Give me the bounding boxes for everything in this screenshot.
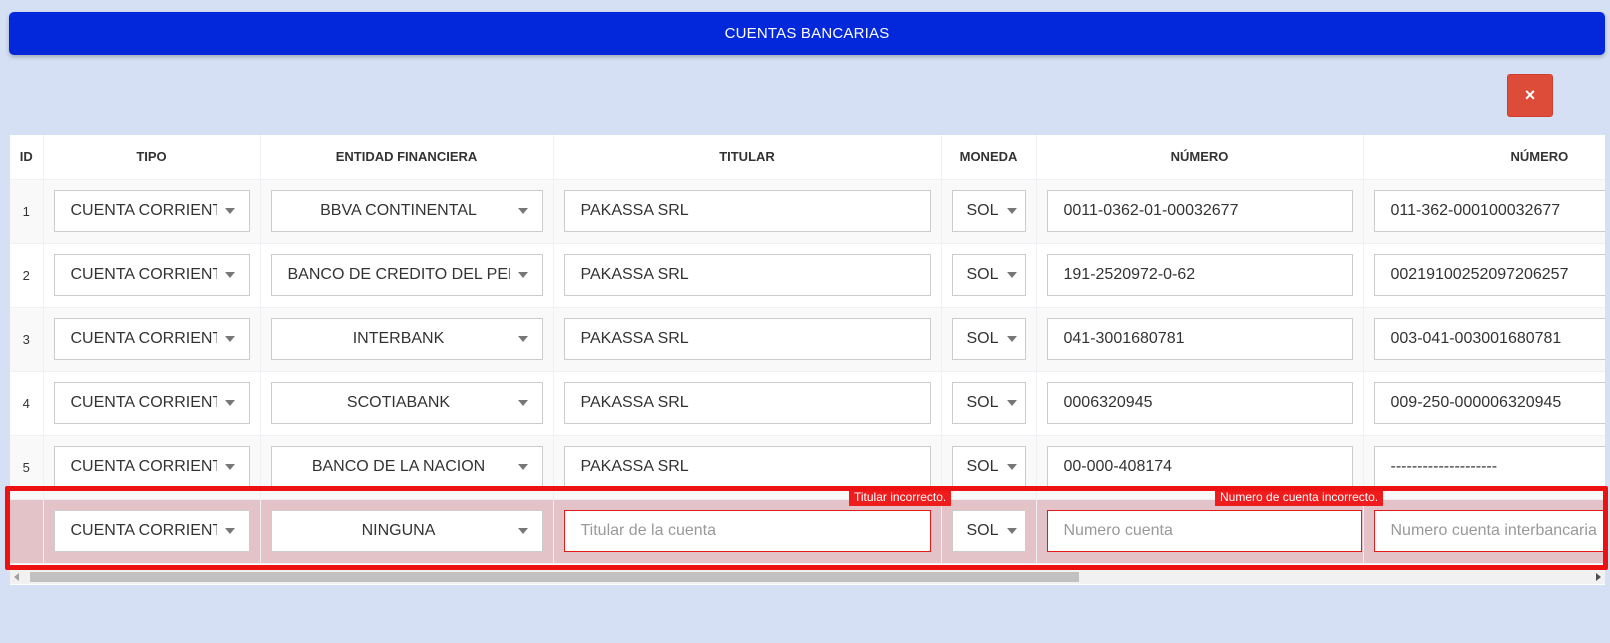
moneda-select[interactable]: SOL [951,254,1026,296]
close-button[interactable]: × [1507,74,1553,117]
row-id: 2 [10,243,44,308]
tipo-select[interactable]: CUENTA CORRIENTE [53,446,250,488]
chevron-down-icon [224,336,235,342]
numero-input[interactable]: 191-2520972-0-62 [1046,254,1353,296]
chevron-down-icon [1006,464,1017,470]
tipo-select[interactable]: CUENTA CORRIENTE [53,318,250,360]
new-moneda-select[interactable]: SOL [951,510,1026,552]
bank-accounts-table[interactable]: ID TIPO ENTIDAD FINANCIERA TITULAR MONED… [10,135,1605,585]
numero-input[interactable]: 00-000-408174 [1046,446,1353,488]
new-tipo-select[interactable]: CUENTA CORRIENTE [53,510,250,552]
chevron-down-icon [517,528,528,534]
row-id: 1 [10,179,44,244]
titular-input[interactable]: PAKASSA SRL [563,318,931,360]
column-header-numero-interbancario: NÚMERO [1363,135,1605,180]
titular-input[interactable]: PAKASSA SRL [563,254,931,296]
new-entidad-select[interactable]: NINGUNA [270,510,543,552]
entidad-select[interactable]: BANCO DE CREDITO DEL PERU [270,254,543,296]
numero-input[interactable]: 0006320945 [1046,382,1353,424]
chevron-down-icon [1006,400,1017,406]
row-id: 5 [10,435,44,500]
titular-input[interactable]: PAKASSA SRL [563,190,931,232]
chevron-down-icon [517,272,528,278]
numero-interbancario-input[interactable]: 011-362-000100032677 [1373,190,1605,232]
new-titular-input[interactable]: Titular de la cuenta [563,510,931,552]
chevron-down-icon [1006,528,1017,534]
entidad-select[interactable]: BBVA CONTINENTAL [270,190,543,232]
column-header-titular: TITULAR [553,135,942,180]
entidad-select[interactable]: BANCO DE LA NACION [270,446,543,488]
scroll-left-icon[interactable] [14,573,19,581]
close-icon: × [1524,85,1536,105]
numero-interbancario-input[interactable]: 00219100252097206257 [1373,254,1605,296]
moneda-select[interactable]: SOL [951,382,1026,424]
new-numero-input[interactable]: Numero cuenta [1046,510,1362,552]
chevron-down-icon [224,272,235,278]
scrollbar-thumb[interactable] [30,572,1079,582]
table-row: 3 CUENTA CORRIENTE INTERBANK PAKASSA SRL… [10,307,1605,372]
chevron-down-icon [517,400,528,406]
numero-error-badge: Numero de cuenta incorrecto. [1215,488,1384,506]
moneda-select[interactable]: SOL [951,446,1026,488]
horizontal-scrollbar[interactable] [10,570,1605,584]
numero-input[interactable]: 0011-0362-01-00032677 [1046,190,1353,232]
chevron-down-icon [1006,336,1017,342]
numero-interbancario-input[interactable]: 009-250-000006320945 [1373,382,1605,424]
table-header-row: ID TIPO ENTIDAD FINANCIERA TITULAR MONED… [10,135,1605,180]
row-id: 3 [10,307,44,372]
tipo-select[interactable]: CUENTA CORRIENTE [53,254,250,296]
titular-input[interactable]: PAKASSA SRL [563,382,931,424]
row-id: 4 [10,371,44,436]
column-header-numero: NÚMERO [1036,135,1364,180]
chevron-down-icon [224,528,235,534]
table-row: 2 CUENTA CORRIENTE BANCO DE CREDITO DEL … [10,243,1605,308]
numero-input[interactable]: 041-3001680781 [1046,318,1353,360]
titular-input[interactable]: PAKASSA SRL [563,446,931,488]
scroll-right-icon[interactable] [1596,573,1601,581]
chevron-down-icon [517,464,528,470]
column-header-entidad: ENTIDAD FINANCIERA [260,135,554,180]
chevron-down-icon [224,400,235,406]
table-row: 1 CUENTA CORRIENTE BBVA CONTINENTAL PAKA… [10,179,1605,244]
chevron-down-icon [1006,272,1017,278]
column-header-moneda: MONEDA [941,135,1037,180]
new-account-row: CUENTA CORRIENTE NINGUNA Titular de la c… [10,499,1605,564]
row-id [10,499,44,564]
new-numero-interbancario-input[interactable]: Numero cuenta interbancaria [1373,510,1605,552]
section-title: CUENTAS BANCARIAS [724,25,890,42]
moneda-select[interactable]: SOL [951,318,1026,360]
numero-interbancario-input[interactable]: -------------------- [1373,446,1605,488]
column-header-id: ID [10,135,44,180]
chevron-down-icon [1006,208,1017,214]
tipo-select[interactable]: CUENTA CORRIENTE [53,190,250,232]
chevron-down-icon [517,336,528,342]
column-header-tipo: TIPO [43,135,261,180]
entidad-select[interactable]: INTERBANK [270,318,543,360]
chevron-down-icon [517,208,528,214]
chevron-down-icon [224,208,235,214]
tipo-select[interactable]: CUENTA CORRIENTE [53,382,250,424]
table-row: 4 CUENTA CORRIENTE SCOTIABANK PAKASSA SR… [10,371,1605,436]
titular-error-badge: Titular incorrecto. [849,488,952,506]
numero-interbancario-input[interactable]: 003-041-003001680781 [1373,318,1605,360]
moneda-select[interactable]: SOL [951,190,1026,232]
section-header: CUENTAS BANCARIAS [9,12,1605,55]
chevron-down-icon [224,464,235,470]
entidad-select[interactable]: SCOTIABANK [270,382,543,424]
